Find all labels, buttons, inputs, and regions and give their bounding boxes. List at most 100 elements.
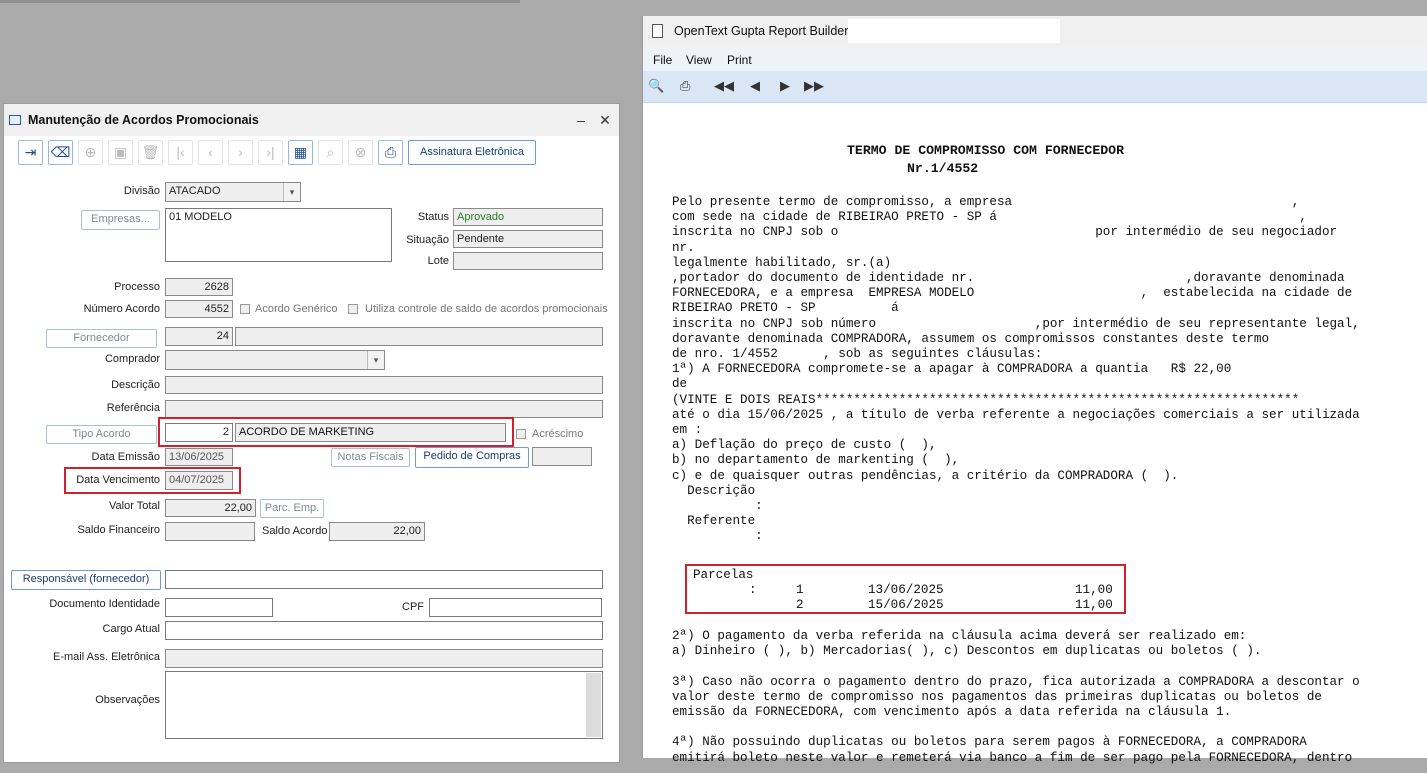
numero-acordo-field: 4552: [165, 300, 233, 318]
chevron-down-icon: ▾: [367, 351, 384, 369]
parc-emp-button[interactable]: Parc. Emp.: [260, 499, 324, 518]
title-redacted: [848, 19, 1060, 43]
doc-identidade-label: Documento Identidade: [49, 598, 160, 610]
lines-line: inscrita no CNPJ sob o por intermédio de…: [672, 225, 1338, 240]
scrollbar[interactable]: [586, 673, 601, 737]
electronic-signature-button[interactable]: Assinatura Eletrônica: [408, 140, 536, 165]
pedido-compras-button[interactable]: Pedido de Compras: [415, 447, 529, 468]
delete-icon[interactable]: 🗑: [138, 140, 163, 165]
valor-total-field: 22,00: [165, 499, 256, 517]
lines-line: doravante denominada COMPRADORA, assumem…: [672, 331, 1270, 346]
lines-line: nr.: [672, 240, 695, 255]
situacao-field: Pendente: [453, 230, 603, 248]
preview-icon[interactable]: 🔍: [648, 78, 664, 94]
notas-fiscais-button[interactable]: Notas Fiscais: [331, 448, 410, 467]
next-page-icon[interactable]: ▶: [780, 78, 790, 94]
clauses-line: emitirá boleto neste valor e remeterá vi…: [672, 750, 1353, 765]
lines-line: a) Deflação do preço de custo ( ),: [672, 438, 937, 453]
valor-total-label: Valor Total: [109, 500, 160, 512]
responsavel-button[interactable]: Responsável (fornecedor): [11, 570, 161, 590]
print-icon[interactable]: ⎙: [378, 140, 403, 165]
cpf-label: CPF: [402, 601, 424, 613]
menu-print[interactable]: Print: [727, 53, 752, 67]
empresas-button[interactable]: Empresas...: [81, 210, 160, 230]
menu-bar: [643, 47, 1427, 71]
tipo-acordo-desc: ACORDO DE MARKETING: [235, 423, 506, 442]
clauses-line: 3ª) Caso não ocorra o pagamento dentro d…: [672, 674, 1360, 689]
lines-line: :: [672, 529, 763, 544]
data-emissao-field: 13/06/2025: [165, 448, 233, 466]
empresas-list[interactable]: 01 MODELO: [165, 208, 392, 262]
comprador-select[interactable]: ▾: [165, 350, 385, 370]
lines-line: até o dia 15/06/2025 , a título de verba…: [672, 407, 1360, 422]
cpf-field[interactable]: [429, 598, 602, 617]
minimize-icon[interactable]: –: [571, 110, 591, 130]
descricao-field[interactable]: [165, 376, 603, 394]
title-bar: OpenText Gupta Report Builder -: [643, 16, 1427, 47]
lines-line: legalmente habilitado, sr.(a): [672, 255, 892, 270]
fornecedor-button[interactable]: Fornecedor: [46, 329, 157, 348]
divisao-select[interactable]: ATACADO ▾: [165, 182, 301, 202]
saldo-financeiro-field: [165, 522, 255, 541]
background-window-edge: [0, 0, 520, 3]
grid-icon[interactable]: ▦: [288, 140, 313, 165]
utiliza-controle-checkbox[interactable]: [348, 304, 358, 314]
descricao-label: Descrição: [111, 379, 160, 391]
acrescimo-checkbox[interactable]: [516, 429, 526, 439]
doc-identidade-field[interactable]: [165, 598, 273, 617]
add-icon[interactable]: ⊕: [78, 140, 103, 165]
saldo-acordo-label: Saldo Acordo: [262, 525, 328, 537]
lines-line: c) e de quaisquer outras pendências, a c…: [672, 468, 1179, 483]
first-page-icon[interactable]: ◀◀: [714, 78, 734, 94]
clauses-line: a) Dinheiro ( ), b) Mercadorias( ), c) D…: [672, 644, 1262, 659]
data-vencimento-field[interactable]: 04/07/2025: [165, 471, 233, 490]
acordo-generico-checkbox[interactable]: [240, 304, 250, 314]
printer-icon[interactable]: ⎙: [680, 78, 690, 94]
email-label: E-mail Ass. Eletrônica: [53, 651, 160, 663]
fornecedor-code: 24: [165, 327, 233, 346]
cargo-field[interactable]: [165, 621, 603, 640]
clauses-line: 4ª) Não possuindo duplicatas ou boletos …: [672, 735, 1307, 750]
saldo-acordo-field: 22,00: [329, 522, 425, 541]
empresas-value: 01 MODELO: [169, 211, 232, 223]
search-icon[interactable]: ⌕: [318, 140, 343, 165]
lote-label: Lote: [427, 255, 449, 267]
lines-line: de: [672, 377, 688, 392]
clauses-line: 2ª) O pagamento da verba referida na clá…: [672, 629, 1247, 643]
lines-line: (VINTE E DOIS REAIS*********************…: [672, 392, 1300, 407]
title-bar: Manutenção de Acordos Promocionais – ✕: [4, 104, 619, 136]
parcelas-colon: :: [749, 583, 757, 597]
prev-record-icon[interactable]: ‹: [198, 140, 223, 165]
first-record-icon[interactable]: |‹: [168, 140, 193, 165]
situacao-label: Situação: [406, 234, 449, 246]
save-icon[interactable]: ▣: [108, 140, 133, 165]
processo-label: Processo: [114, 281, 160, 293]
menu-file[interactable]: File: [653, 53, 672, 67]
parcela-value: 11,00: [1075, 598, 1113, 612]
prev-page-icon[interactable]: ◀: [750, 78, 760, 94]
menu-view[interactable]: View: [686, 53, 712, 67]
chevron-down-icon: ▾: [283, 183, 300, 201]
acrescimo-label: Acréscimo: [532, 428, 584, 440]
processo-field: 2628: [165, 278, 233, 296]
responsavel-field[interactable]: [165, 570, 603, 589]
clauses-line: valor deste termo de compromisso nos pag…: [672, 689, 1322, 704]
referencia-field[interactable]: [165, 400, 603, 418]
last-page-icon[interactable]: ▶▶: [804, 78, 824, 94]
lines-line: Descrição: [672, 483, 756, 498]
cancel-icon[interactable]: ⊗: [348, 140, 373, 165]
last-record-icon[interactable]: ›|: [258, 140, 283, 165]
tipo-acordo-code[interactable]: 2: [165, 423, 233, 442]
lines-line: ,portador do documento de identidade nr.…: [672, 271, 1345, 285]
close-icon[interactable]: ✕: [595, 110, 615, 130]
lines-line: Pelo presente termo de compromisso, a em…: [672, 195, 1300, 209]
tipo-acordo-button[interactable]: Tipo Acordo: [46, 425, 157, 444]
report-app-icon: [652, 24, 663, 38]
cargo-label: Cargo Atual: [102, 623, 160, 635]
observacoes-textarea[interactable]: [165, 671, 603, 739]
exit-icon[interactable]: ⇥: [18, 140, 43, 165]
next-record-icon[interactable]: ›: [228, 140, 253, 165]
status-field: Aprovado: [453, 208, 603, 226]
clauses-line: emissão da FORNECEDORA, com vencimento a…: [672, 705, 1232, 719]
eraser-icon[interactable]: ⌫: [48, 140, 73, 165]
